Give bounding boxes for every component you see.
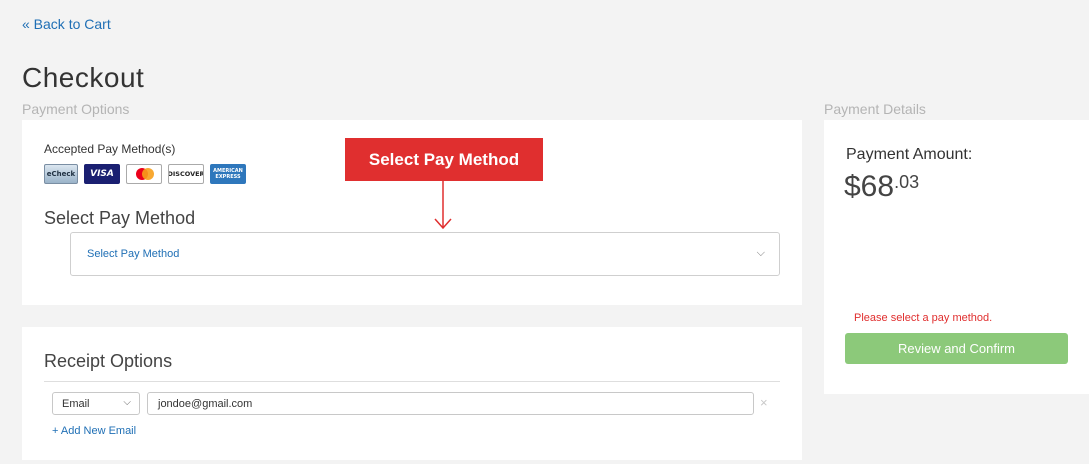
back-to-cart-link[interactable]: « Back to Cart <box>22 16 111 32</box>
payment-details-caption: Payment Details <box>824 101 926 117</box>
accepted-cards-row: eCheck VISA DISCOVER AMERICAN EXPRESS <box>44 164 246 184</box>
amex-icon: AMERICAN EXPRESS <box>210 164 246 184</box>
payment-amount-label: Payment Amount: <box>846 146 973 163</box>
select-pay-method-heading: Select Pay Method <box>44 208 196 228</box>
pay-method-error: Please select a pay method. <box>854 312 993 324</box>
receipt-type-value: Email <box>62 397 90 410</box>
discover-icon: DISCOVER <box>168 164 204 184</box>
divider <box>44 381 780 382</box>
page-title: Checkout <box>22 62 145 93</box>
add-new-email-link[interactable]: + Add New Email <box>52 425 136 437</box>
select-pay-method-callout: Select Pay Method <box>345 138 543 181</box>
review-and-confirm-button[interactable]: Review and Confirm <box>845 333 1068 364</box>
remove-email-icon[interactable]: × <box>760 395 768 410</box>
chevron-down-icon: ⌵ <box>123 397 131 408</box>
payment-options-caption: Payment Options <box>22 101 130 117</box>
echeck-icon: eCheck <box>44 164 78 184</box>
receipt-type-select[interactable]: Email ⌵ <box>52 392 140 415</box>
payment-amount: $68 .03 <box>844 170 919 204</box>
pay-method-select[interactable]: Select Pay Method ⌵ <box>70 232 780 276</box>
receipt-options-heading: Receipt Options <box>44 351 173 371</box>
accepted-methods-label: Accepted Pay Method(s) <box>44 142 176 156</box>
receipt-email-input[interactable]: jondoe@gmail.com <box>147 392 754 415</box>
visa-icon: VISA <box>84 164 120 184</box>
mastercard-icon <box>126 164 162 184</box>
receipt-email-value: jondoe@gmail.com <box>158 397 253 410</box>
arrow-down-icon <box>434 181 452 230</box>
receipt-options-card: Receipt Options Email ⌵ jondoe@gmail.com… <box>22 327 802 460</box>
payment-details-card: Payment Amount: $68 .03 Please select a … <box>824 120 1089 394</box>
chevron-down-icon: ⌵ <box>756 247 765 259</box>
pay-method-select-value: Select Pay Method <box>87 248 180 260</box>
payment-amount-cents: .03 <box>894 172 920 192</box>
payment-amount-main: $68 <box>844 170 895 203</box>
